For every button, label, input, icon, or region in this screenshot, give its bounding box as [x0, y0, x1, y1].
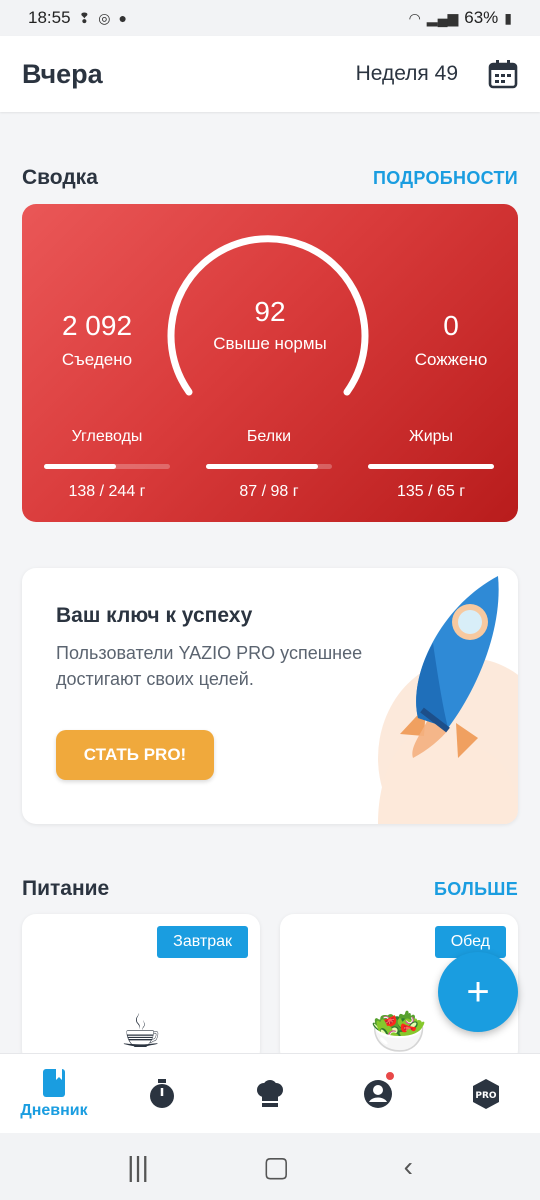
nutrition-header: Питание БОЛЬШЕ: [22, 877, 518, 901]
nav-profile[interactable]: [324, 1054, 432, 1133]
burned-value: 0: [443, 310, 459, 341]
pro-icon-text: PRO: [475, 1091, 497, 1101]
more-link[interactable]: БОЛЬШЕ: [434, 879, 518, 900]
nav-fasting[interactable]: [108, 1054, 216, 1133]
status-time: 18:55: [28, 8, 71, 27]
carbs-progress-fill: [44, 464, 116, 469]
remaining-stat: 92 Свыше нормы: [190, 296, 350, 354]
rocket-illustration: [378, 576, 518, 824]
promo-heading: Ваш ключ к успеху: [56, 604, 253, 627]
details-link[interactable]: ПОДРОБНОСТИ: [373, 168, 518, 189]
meal-tag-breakfast: Завтрак: [157, 926, 248, 958]
recent-apps-icon[interactable]: |||: [127, 1151, 149, 1183]
eaten-value: 2 092: [61, 310, 133, 341]
macro-protein: Белки 87 / 98 г: [206, 428, 332, 501]
protein-progress-fill: [206, 464, 319, 469]
notification-dot: [384, 1070, 396, 1082]
app-notification-icon: ●: [118, 10, 127, 26]
burned-stat: 0 Сожжено: [396, 310, 506, 370]
add-fab-button[interactable]: +: [438, 952, 518, 1032]
notification-icon: ❢: [78, 9, 91, 26]
macro-carbs: Углеводы 138 / 244 г: [44, 428, 170, 501]
home-icon[interactable]: ▢: [263, 1150, 289, 1183]
week-label[interactable]: Неделя 49: [356, 62, 458, 86]
meal-card-breakfast[interactable]: Завтрак ☕: [22, 914, 260, 1064]
battery-percent: 63%: [464, 8, 499, 27]
bottom-navigation: Дневник PRO: [0, 1053, 540, 1133]
eaten-stat: 2 092 Съедено: [40, 310, 154, 370]
become-pro-button[interactable]: СТАТЬ PRO!: [56, 730, 214, 780]
nav-pro[interactable]: PRO: [432, 1054, 540, 1133]
fat-label: Жиры: [408, 428, 454, 445]
protein-progress-bar: [206, 464, 332, 469]
pro-promo-card[interactable]: Ваш ключ к успеху Пользователи YAZIO PRO…: [22, 568, 518, 824]
summary-card[interactable]: 2 092 Съедено 92 Свыше нормы 0 Сожжено У…: [22, 204, 518, 522]
status-bar: 18:55 ❢ ◎ ● ◠ ▂▄▆ 63% ▮: [0, 0, 540, 36]
summary-header: Сводка ПОДРОБНОСТИ: [22, 166, 518, 190]
nutrition-heading: Питание: [22, 877, 110, 900]
macro-fat: Жиры 135 / 65 г: [368, 428, 494, 501]
chef-hat-icon: [257, 1079, 283, 1107]
carbs-value: 138 / 244 г: [68, 483, 146, 500]
carbs-label: Углеводы: [71, 428, 143, 445]
protein-label: Белки: [246, 428, 292, 445]
battery-icon: ▮: [504, 9, 512, 26]
over-norm-value: 92: [254, 296, 286, 327]
calendar-icon[interactable]: [488, 59, 518, 89]
burned-label: Сожжено: [414, 350, 488, 369]
profile-icon: [364, 1079, 392, 1108]
wifi-icon: ◠: [408, 9, 421, 26]
salad-icon: 🥗: [370, 1005, 428, 1057]
app-bar: Вчера Неделя 49: [0, 36, 540, 112]
fat-progress-fill: [368, 464, 494, 469]
fat-value: 135 / 65 г: [396, 483, 466, 500]
over-norm-label: Свыше нормы: [213, 334, 327, 353]
back-icon[interactable]: ‹: [404, 1151, 413, 1183]
signal-icon: ▂▄▆: [426, 9, 459, 26]
page-title: Вчера: [22, 58, 103, 89]
pro-icon: PRO: [473, 1078, 499, 1109]
eaten-label: Съедено: [61, 350, 133, 369]
promo-text: Пользователи YAZIO PRO успешнее достигаю…: [56, 643, 363, 689]
nav-diary-label: Дневник: [20, 1101, 88, 1119]
protein-value: 87 / 98 г: [239, 483, 299, 500]
coffee-icon: ☕: [120, 1005, 162, 1057]
nav-recipes[interactable]: [216, 1054, 324, 1133]
viber-icon: ◎: [98, 9, 111, 26]
diary-icon: [43, 1068, 65, 1097]
nav-diary[interactable]: Дневник: [0, 1054, 108, 1133]
stopwatch-icon: [150, 1078, 174, 1108]
fat-progress-bar: [368, 464, 494, 469]
summary-heading: Сводка: [22, 166, 98, 189]
system-navigation-bar: ||| ▢ ‹: [0, 1133, 540, 1200]
carbs-progress-bar: [44, 464, 170, 469]
